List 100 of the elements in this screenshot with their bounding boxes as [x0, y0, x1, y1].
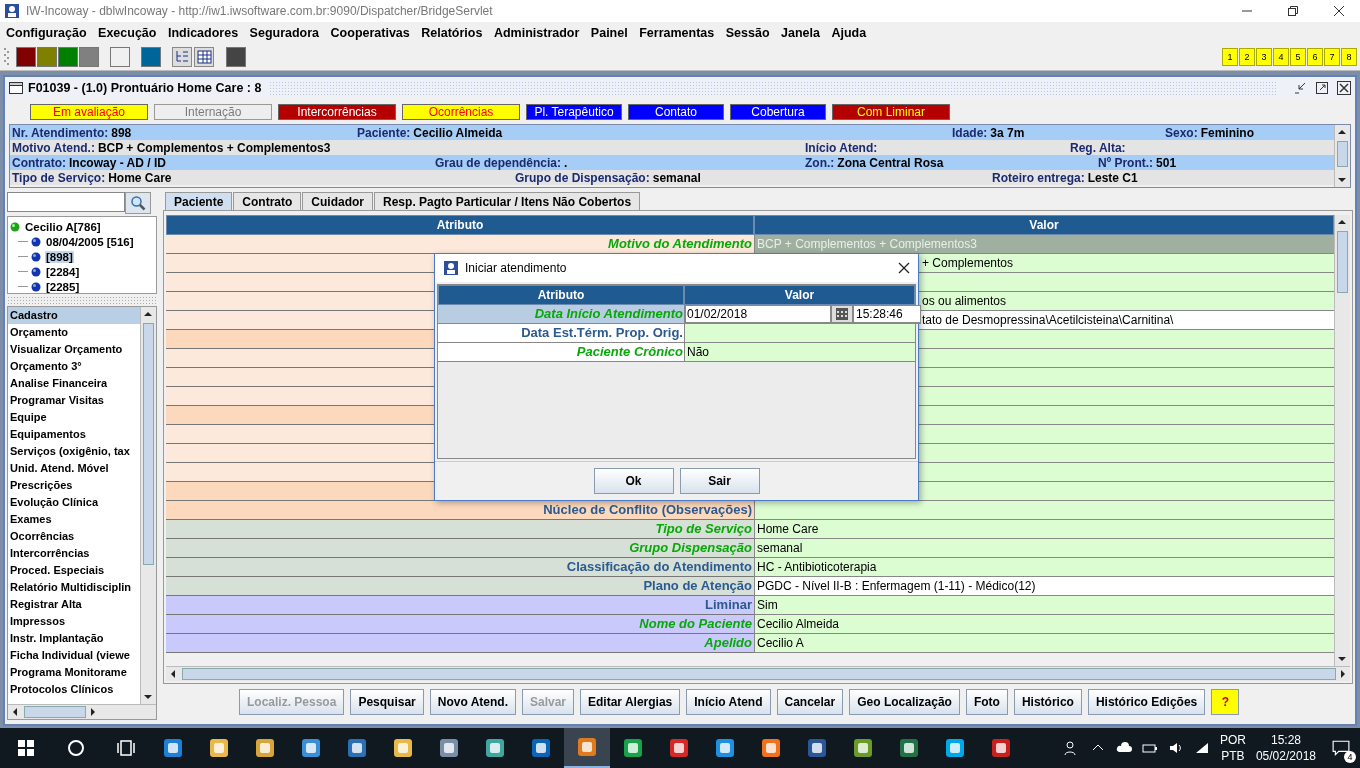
menu-item[interactable]: Configuração	[6, 26, 87, 40]
sidebar-item[interactable]: Programa Monitorame	[8, 664, 140, 681]
grid-icon[interactable]	[194, 47, 214, 67]
menu-item[interactable]: Ajuda	[831, 26, 867, 40]
sidebar-item[interactable]: Exames	[8, 511, 140, 528]
scrollbar[interactable]	[140, 307, 156, 704]
volume-icon[interactable]	[1167, 740, 1184, 756]
sidebar-item[interactable]: Protocolos Clínicos	[8, 681, 140, 698]
close-icon[interactable]	[898, 262, 910, 274]
time-field[interactable]: 15:28:46	[853, 305, 921, 323]
menu-item[interactable]: Administrador	[493, 26, 580, 40]
tab[interactable]: Paciente	[165, 192, 233, 210]
start-icon[interactable]	[16, 738, 36, 758]
numbered-button[interactable]: 2	[1239, 48, 1255, 66]
color-button[interactable]	[16, 47, 36, 67]
tree-item[interactable]: [2284]	[45, 265, 81, 278]
sidebar-item[interactable]: Ficha Individual (viewe	[8, 647, 140, 664]
calendar-button[interactable]	[831, 305, 853, 323]
action-button[interactable]: Pesquisar	[350, 689, 424, 715]
sidebar-item[interactable]: Orçamento	[8, 324, 140, 341]
numbered-button[interactable]: 8	[1341, 48, 1357, 66]
tree-item[interactable]: 08/04/2005 [516]	[45, 235, 135, 248]
close-icon[interactable]	[1334, 6, 1344, 16]
menu-item[interactable]: Sessão	[725, 26, 770, 40]
scrollbar[interactable]	[1334, 125, 1350, 187]
scrollbar[interactable]	[8, 704, 156, 719]
sidebar-item[interactable]: Instr. Implantação	[8, 630, 140, 647]
maximize-icon[interactable]	[1315, 80, 1329, 95]
column-header[interactable]: Valor	[754, 215, 1334, 235]
menu-item[interactable]: Painel	[590, 26, 628, 40]
tree-item[interactable]: [898]	[45, 250, 74, 263]
color-button[interactable]	[58, 47, 78, 67]
numbered-button[interactable]: 5	[1290, 48, 1306, 66]
sidebar-item[interactable]: Equipe	[8, 409, 140, 426]
menu-item[interactable]: Cooperativas	[330, 26, 410, 40]
column-header[interactable]: Atributo	[166, 215, 754, 235]
close-icon[interactable]	[1337, 80, 1351, 95]
sidebar-item[interactable]: Proced. Especiais	[8, 562, 140, 579]
sidebar-item[interactable]: Relatório Multidisciplin	[8, 579, 140, 596]
notification-button[interactable]: 4	[1326, 733, 1356, 763]
action-button[interactable]: Histórico	[1013, 689, 1082, 715]
sidebar-item[interactable]: Orçamento 3°	[8, 358, 140, 375]
action-button[interactable]: Novo Atend.	[429, 689, 516, 715]
status-tab[interactable]: Intercorrências	[278, 104, 396, 120]
sidebar-item[interactable]: Registrar Alta	[8, 596, 140, 613]
scroll-thumb[interactable]	[143, 323, 154, 565]
action-button[interactable]: Cancelar	[776, 689, 844, 715]
sidebar-item[interactable]: Unid. Atend. Móvel	[8, 460, 140, 477]
color-button[interactable]	[141, 47, 161, 67]
scroll-thumb[interactable]	[1337, 231, 1348, 293]
sidebar-item[interactable]: Intercorrências	[8, 545, 140, 562]
tab[interactable]: Contrato	[233, 192, 302, 210]
sidebar-item[interactable]: Prescrições	[8, 477, 140, 494]
numbered-button[interactable]: 7	[1324, 48, 1340, 66]
menu-item[interactable]: Janela	[781, 26, 820, 40]
language-indicator[interactable]: PTB	[1221, 748, 1245, 764]
search-field[interactable]	[7, 192, 125, 212]
action-button[interactable]: Histórico Edições	[1087, 689, 1206, 715]
tab[interactable]: Resp. Pagto Particular / Itens Não Cobertos	[374, 192, 641, 210]
sidebar-item[interactable]: Programar Visitas	[8, 392, 140, 409]
dialog-button[interactable]: Sair	[679, 468, 760, 494]
action-button[interactable]: Geo Localização	[849, 689, 960, 715]
color-button[interactable]	[37, 47, 57, 67]
restore-icon[interactable]	[1288, 6, 1298, 16]
task-view-icon[interactable]	[116, 738, 136, 758]
menu-item[interactable]: Indicadores	[167, 26, 239, 40]
status-tab[interactable]: Contato	[628, 104, 724, 120]
sidebar-item[interactable]: Evolução Clínica	[8, 494, 140, 511]
scroll-thumb[interactable]	[1337, 141, 1348, 167]
scrollbar[interactable]	[166, 666, 1350, 681]
clock-time[interactable]: 15:28	[1270, 732, 1301, 748]
tree-icon[interactable]	[172, 47, 192, 67]
search-icon[interactable]	[66, 738, 86, 758]
attribute-cell[interactable]: Data Est.Térm. Prop. Orig.	[438, 324, 684, 343]
tree-item[interactable]: [2285]	[45, 280, 81, 293]
sidebar-item[interactable]: Impressos	[8, 613, 140, 630]
numbered-button[interactable]: 6	[1307, 48, 1323, 66]
menu-item[interactable]: Relatórios	[421, 26, 483, 40]
menu-item[interactable]: Seguradora	[249, 26, 320, 40]
tab[interactable]: Cuidador	[302, 192, 374, 210]
date-field[interactable]: 01/02/2018	[685, 305, 831, 323]
status-tab[interactable]: Ocorrências	[402, 104, 520, 120]
scrollbar[interactable]	[1334, 215, 1350, 666]
action-button[interactable]: ?	[1211, 689, 1240, 715]
action-button[interactable]: Editar Alergias	[580, 689, 681, 715]
numbered-button[interactable]: 3	[1256, 48, 1272, 66]
sidebar-item[interactable]: Equipamentos	[8, 426, 140, 443]
status-tab[interactable]: Cobertura	[730, 104, 826, 120]
language-indicator[interactable]: POR	[1219, 732, 1246, 748]
sidebar-item[interactable]: Serviços (oxigênio, tax	[8, 443, 140, 460]
color-button[interactable]	[79, 47, 99, 67]
status-tab[interactable]: Pl. Terapêutico	[526, 104, 622, 120]
action-button[interactable]: Início Atend	[686, 689, 771, 715]
sidebar-item[interactable]: Ocorrências	[8, 528, 140, 545]
column-header[interactable]: Atributo	[438, 285, 684, 305]
status-tab[interactable]: Em avaliação	[30, 104, 148, 120]
action-button[interactable]: Foto	[965, 689, 1008, 715]
search-button[interactable]	[125, 192, 151, 214]
column-header[interactable]: Valor	[684, 285, 915, 305]
shrink-icon[interactable]	[1293, 80, 1307, 95]
